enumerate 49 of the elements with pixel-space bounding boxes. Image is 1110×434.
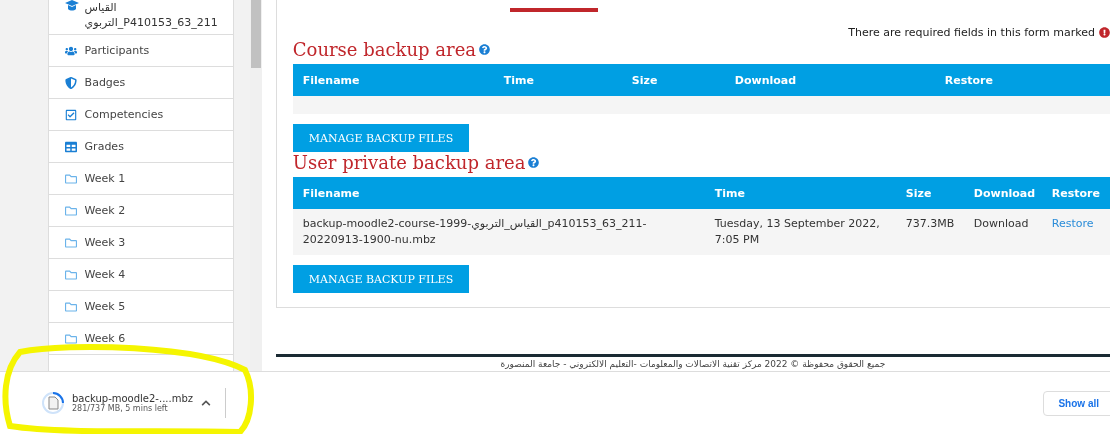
- course-name-line[interactable]: التربوي_P410153_63_211: [84, 15, 218, 30]
- checkbox-icon: [64, 108, 77, 121]
- table-cell: 737.3MB: [895, 209, 964, 255]
- help-icon[interactable]: [528, 157, 540, 168]
- file-progress-icon: [42, 392, 64, 414]
- help-icon[interactable]: [479, 44, 491, 55]
- table-cell: Tuesday, 13 September 2022, 7:05 PM: [704, 209, 896, 255]
- section-heading: User private backup area: [292, 152, 526, 173]
- chevron-up-icon[interactable]: [201, 398, 211, 408]
- shield-icon: [64, 76, 77, 89]
- folder-icon: [64, 332, 77, 345]
- sidebar-item[interactable]: Week 6: [48, 323, 234, 355]
- column-header: Restore: [934, 64, 1110, 96]
- column-header: Download: [963, 177, 1042, 209]
- sidebar-item[interactable]: Week 5: [48, 291, 234, 323]
- column-header: Time: [704, 177, 896, 209]
- column-header: Filename: [292, 64, 494, 96]
- download-filename: backup-moodle2-....mbz: [72, 393, 193, 404]
- show-all-button[interactable]: Show all: [1043, 390, 1110, 416]
- column-header: Size: [621, 64, 725, 96]
- table-cell: backup-moodle2-course-1999-القياس_التربوي_p410153_63_211-20220913-1900-nu.mbz: [292, 209, 705, 255]
- folder-icon: [64, 172, 77, 185]
- exclamation-icon: [1099, 27, 1110, 38]
- table-cell: Download: [963, 209, 1042, 255]
- users-icon: [64, 44, 77, 57]
- folder-icon: [64, 268, 77, 281]
- sidebar-item[interactable]: Week 3: [48, 227, 234, 259]
- folder-icon: [64, 236, 77, 249]
- column-header: Download: [724, 64, 935, 96]
- table-icon: [64, 140, 77, 153]
- column-header: Time: [493, 64, 622, 96]
- section-heading: Course backup area: [292, 39, 477, 60]
- sidebar-item[interactable]: Grades: [48, 131, 234, 163]
- sidebar-item[interactable]: Week 2: [48, 195, 234, 227]
- required-fields-note: There are required fields in this form marked: [848, 26, 1095, 39]
- course-name-line[interactable]: القياس: [84, 0, 218, 15]
- column-header: Restore: [1041, 177, 1110, 209]
- sidebar-item[interactable]: Badges: [48, 67, 234, 99]
- sidebar-item[interactable]: Participants: [48, 35, 234, 67]
- folder-icon: [64, 300, 77, 313]
- sidebar-item[interactable]: Competencies: [48, 99, 234, 131]
- sidebar-item[interactable]: Week 1: [48, 163, 234, 195]
- folder-icon: [64, 204, 77, 217]
- graduation-cap-icon: [64, 0, 79, 12]
- footer-copyright: جميع الحقوق محفوظة © 2022 مركز تقنية الاتصالات والمعلومات -التعليم الالكتروني - جامعة المنصورة: [499, 358, 887, 371]
- column-header: Size: [895, 177, 964, 209]
- column-header: Filename: [292, 177, 705, 209]
- sidebar-item[interactable]: Week 4: [48, 259, 234, 291]
- download-status: 281/737 MB, 5 mins left: [72, 404, 168, 413]
